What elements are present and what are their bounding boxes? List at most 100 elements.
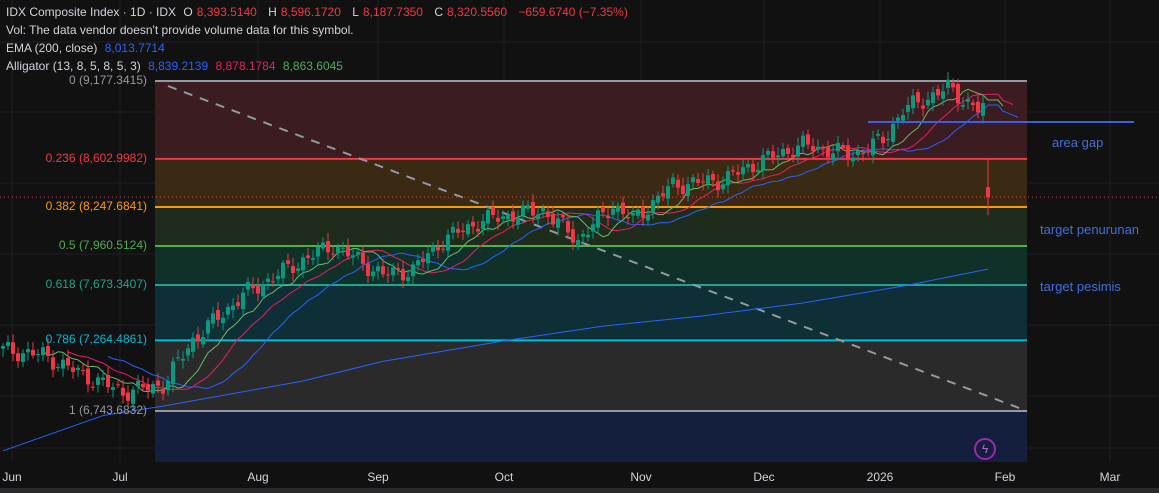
candle-body bbox=[401, 269, 405, 281]
candle-body bbox=[816, 146, 820, 150]
candle-body bbox=[451, 226, 455, 233]
fib-level-label: 0.236 (8,602.9982) bbox=[45, 150, 147, 165]
candle-body bbox=[591, 224, 595, 232]
candle-body bbox=[121, 387, 125, 396]
lightning-icon[interactable]: ϟ bbox=[974, 438, 996, 460]
candle-body bbox=[201, 337, 205, 345]
candle-body bbox=[91, 386, 95, 388]
candle-body bbox=[926, 99, 930, 106]
candle-body bbox=[661, 193, 665, 197]
candle-body bbox=[151, 383, 155, 394]
candle-body bbox=[311, 258, 315, 260]
candle-body bbox=[221, 317, 225, 324]
candle-body bbox=[756, 170, 760, 173]
candle-body bbox=[726, 170, 730, 186]
candle-body bbox=[651, 200, 655, 212]
candle-body bbox=[191, 337, 195, 352]
x-axis-label: Jul bbox=[112, 470, 128, 484]
candle-body bbox=[911, 95, 915, 109]
fib-level-label: 0.5 (7,960.5124) bbox=[58, 238, 147, 252]
candle-body bbox=[276, 275, 280, 280]
horizontal-scrollbar[interactable] bbox=[0, 488, 1159, 493]
annotation-target-pesimis[interactable]: target pesimis bbox=[1040, 279, 1121, 294]
candle-body bbox=[706, 175, 710, 184]
candle-body bbox=[486, 209, 490, 224]
candle-body bbox=[946, 79, 950, 88]
candle-body bbox=[606, 215, 610, 219]
x-axis-label: Feb bbox=[994, 470, 1016, 484]
x-axis-label: Mar bbox=[1099, 470, 1121, 484]
candle-body bbox=[746, 164, 750, 168]
candle-body bbox=[581, 233, 585, 237]
x-axis-label: Jun bbox=[2, 470, 22, 484]
candle-body bbox=[826, 146, 830, 158]
candle-body bbox=[391, 267, 395, 276]
candle-body bbox=[436, 247, 440, 251]
candle-body bbox=[691, 177, 695, 183]
candle-body bbox=[386, 274, 390, 276]
alligator-legend[interactable]: Alligator (13, 8, 5, 8, 5, 3) 8,839.2139… bbox=[6, 57, 347, 75]
candle-body bbox=[181, 358, 185, 361]
symbol-legend: IDX Composite Index · 1D · IDX O 8,393.51… bbox=[6, 3, 632, 21]
candle-body bbox=[176, 357, 180, 359]
candle-body bbox=[891, 123, 895, 142]
candle-body bbox=[271, 281, 275, 283]
candle-body bbox=[161, 389, 165, 394]
candle-body bbox=[601, 207, 605, 213]
candle-body bbox=[791, 154, 795, 158]
candle-body bbox=[421, 259, 425, 263]
annotation-area-gap[interactable]: area gap bbox=[1052, 135, 1103, 150]
x-axis-label: Sep bbox=[367, 470, 389, 484]
x-axis-label: Dec bbox=[753, 470, 775, 484]
candle-body bbox=[576, 239, 580, 247]
candle-body bbox=[741, 167, 745, 175]
symbol-title: IDX Composite Index · 1D · IDX bbox=[6, 5, 177, 19]
candle-body bbox=[941, 91, 945, 99]
candle-body bbox=[366, 263, 370, 277]
candle-body bbox=[136, 380, 140, 387]
ema-legend[interactable]: EMA (200, close) 8,013.7714 bbox=[6, 39, 169, 57]
candle-body bbox=[346, 246, 350, 257]
candle-body bbox=[446, 234, 450, 251]
candle-body bbox=[856, 150, 860, 156]
candle-body bbox=[336, 247, 340, 253]
candle-body bbox=[796, 145, 800, 157]
candle-body bbox=[841, 145, 845, 148]
candle-body bbox=[1, 346, 5, 349]
candle-body bbox=[761, 155, 765, 171]
candle-body bbox=[681, 185, 685, 194]
candle-body bbox=[631, 212, 635, 216]
candle-body bbox=[456, 228, 460, 233]
candle-body bbox=[281, 262, 285, 279]
annotation-target-penurunan[interactable]: target penurunan bbox=[1040, 222, 1139, 237]
candle-body bbox=[636, 209, 640, 216]
candle-body bbox=[686, 183, 690, 196]
close-value: 8,320.5560 bbox=[447, 5, 508, 19]
candle-body bbox=[846, 145, 850, 159]
candle-body bbox=[956, 84, 960, 104]
candle-body bbox=[71, 367, 75, 372]
ema-label: EMA (200, close) bbox=[6, 41, 98, 55]
candle-body bbox=[511, 211, 515, 222]
candle-body bbox=[166, 380, 170, 391]
candle-body bbox=[211, 313, 215, 324]
candle-body bbox=[586, 234, 590, 238]
candle-body bbox=[811, 146, 815, 152]
x-axis-label: 2026 bbox=[866, 470, 894, 484]
fib-band bbox=[155, 340, 1027, 411]
candle-body bbox=[821, 148, 825, 150]
candle-body bbox=[646, 214, 650, 221]
candle-body bbox=[951, 83, 955, 88]
alligator-lips-value: 8,863.6045 bbox=[282, 59, 343, 73]
candle-body bbox=[461, 230, 465, 233]
candle-body bbox=[801, 135, 805, 147]
candle-body bbox=[546, 211, 550, 218]
candle-body bbox=[981, 102, 985, 116]
candle-body bbox=[246, 281, 250, 290]
fib-band bbox=[155, 158, 1027, 208]
candle-body bbox=[641, 206, 645, 218]
candle-body bbox=[676, 179, 680, 188]
close-label: C bbox=[434, 5, 443, 19]
candle-body bbox=[36, 354, 40, 356]
candle-body bbox=[361, 252, 365, 264]
